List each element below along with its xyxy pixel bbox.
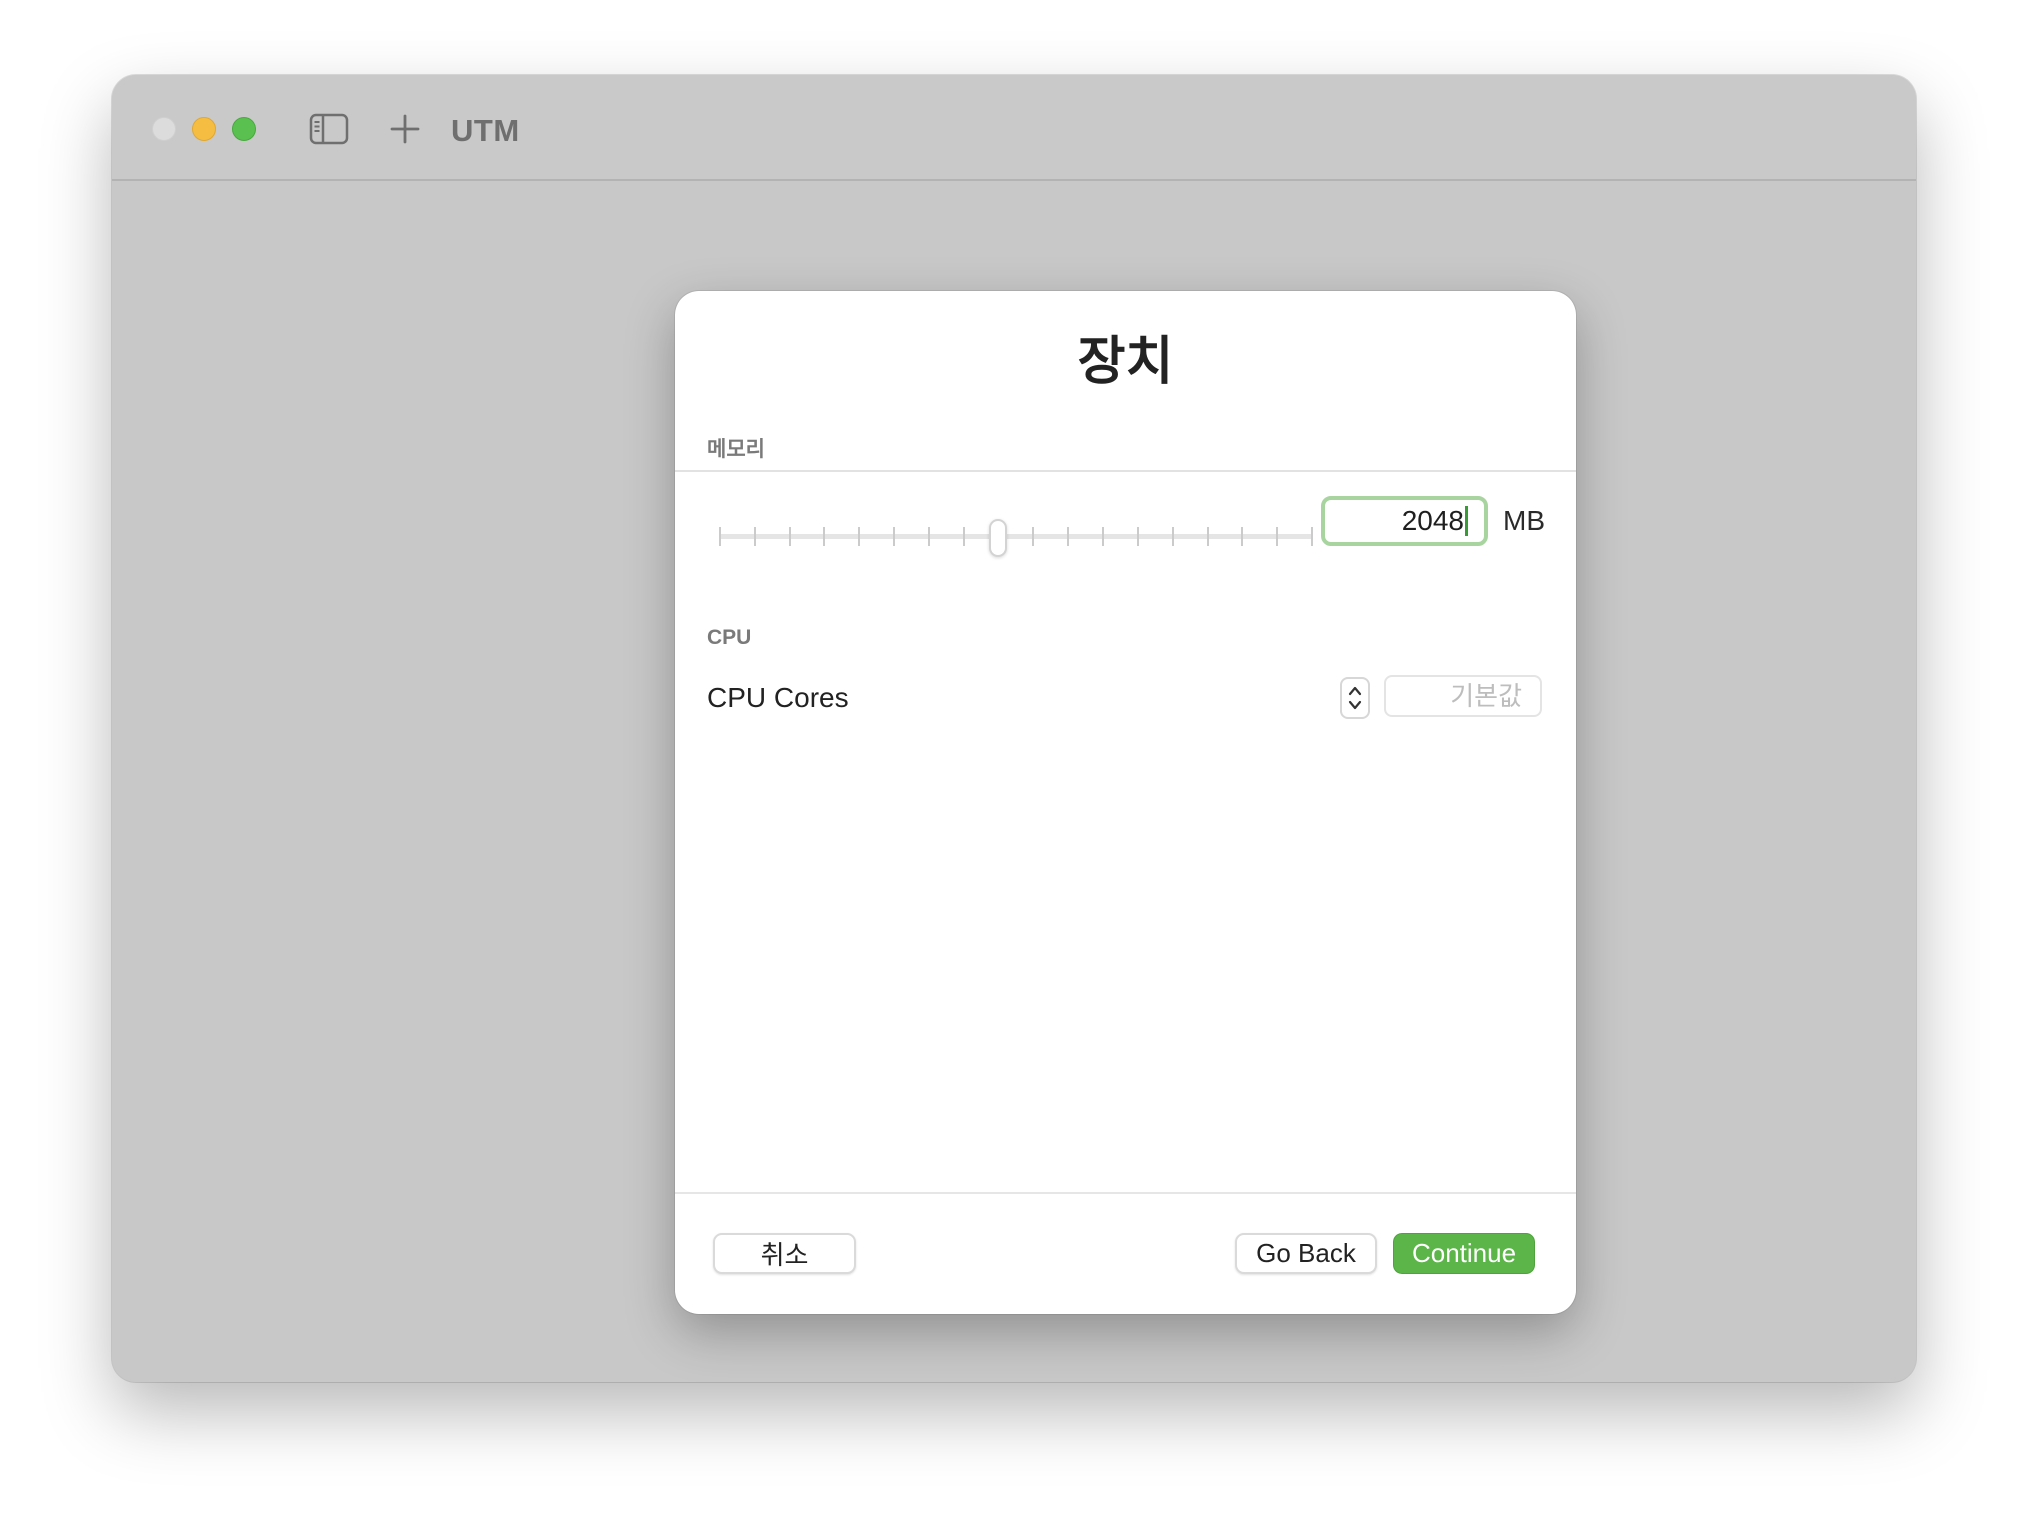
cancel-button[interactable]: 취소 (713, 1233, 856, 1274)
slider-tick (1172, 527, 1174, 546)
memory-unit-label: MB (1503, 505, 1545, 536)
title-bar: UTM (112, 75, 1916, 181)
cpu-cores-input[interactable]: 기본값 (1384, 675, 1542, 717)
slider-tick (1241, 527, 1243, 546)
memory-input[interactable]: 2048 (1321, 496, 1488, 546)
section-divider (675, 470, 1576, 472)
cpu-cores-label: CPU Cores (707, 682, 849, 713)
slider-tick (1311, 527, 1313, 546)
window-close-button[interactable] (152, 117, 176, 141)
chevron-down-icon[interactable] (1347, 698, 1363, 712)
window-zoom-button[interactable] (232, 117, 256, 141)
slider-tick (858, 527, 860, 546)
memory-slider[interactable] (719, 511, 1313, 561)
memory-value: 2048 (1401, 505, 1464, 536)
chevron-up-icon[interactable] (1347, 684, 1363, 698)
slider-tick (1032, 527, 1034, 546)
cpu-cores-stepper[interactable] (1340, 677, 1370, 719)
continue-button[interactable]: Continue (1393, 1233, 1535, 1274)
slider-tick (893, 527, 895, 546)
sidebar-toggle-button[interactable] (308, 109, 350, 149)
slider-tick (823, 527, 825, 546)
cpu-section-label: CPU (707, 626, 752, 649)
plus-icon (390, 114, 420, 144)
slider-tick (1067, 527, 1069, 546)
slider-tick (1137, 527, 1139, 546)
slider-tick (963, 527, 965, 546)
add-vm-button[interactable] (384, 109, 426, 149)
go-back-button[interactable]: Go Back (1235, 1233, 1377, 1274)
dialog-title: 장치 (1077, 333, 1174, 391)
sidebar-toggle-icon (309, 113, 349, 145)
slider-tick (1276, 527, 1278, 546)
footer-divider (675, 1192, 1576, 1194)
slider-tick (1102, 527, 1104, 546)
devices-dialog: 장치 메모리 2048 MB CPU CPU Cores 기본값 취소 Go B… (675, 291, 1576, 1314)
memory-section-label: 메모리 (707, 438, 765, 461)
slider-tick (719, 527, 721, 546)
slider-tick (928, 527, 930, 546)
app-title: UTM (451, 113, 520, 148)
slider-knob[interactable] (989, 519, 1007, 557)
slider-tick (789, 527, 791, 546)
slider-tick (754, 527, 756, 546)
window-minimize-button[interactable] (192, 117, 216, 141)
slider-tick (1207, 527, 1209, 546)
slider-track (719, 534, 1313, 539)
utm-main-window: UTM 장치 메모리 2048 MB CPU CPU Cores 기본값 취소 … (112, 75, 1916, 1382)
text-caret (1465, 506, 1468, 536)
